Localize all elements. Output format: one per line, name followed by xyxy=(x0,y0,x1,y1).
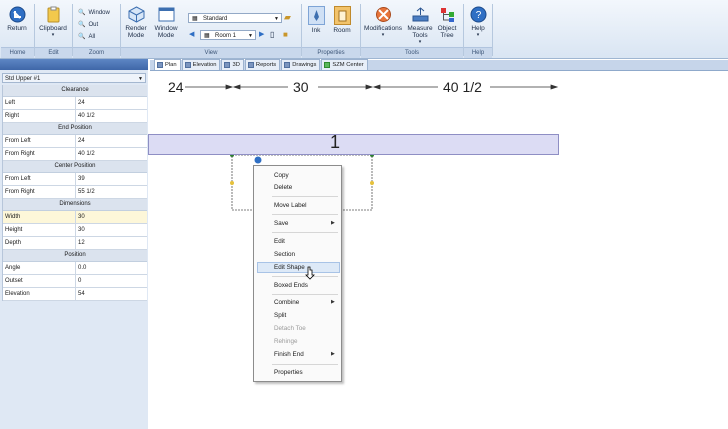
submenu-arrow-icon: ▶ xyxy=(331,351,335,357)
menu-item-finish-end[interactable]: Finish End ▶ xyxy=(274,351,335,358)
menu-item-delete[interactable]: Delete xyxy=(274,184,292,191)
submenu-arrow-icon: ▶ xyxy=(331,299,335,305)
dimension-label-right: 40 1/2 xyxy=(443,79,482,95)
dimension-arrow xyxy=(365,84,374,90)
menu-separator xyxy=(272,294,338,295)
dimension-label-mid: 30 xyxy=(293,79,309,95)
menu-item-rehinge[interactable]: Rehinge xyxy=(274,338,297,345)
menu-item-move-label[interactable]: Move Label xyxy=(274,202,307,209)
dimension-arrow xyxy=(232,84,241,90)
menu-separator xyxy=(272,364,338,365)
mouse-pointer-icon xyxy=(305,266,315,280)
menu-separator xyxy=(272,232,338,233)
menu-item-split[interactable]: Split xyxy=(274,312,286,319)
menu-separator xyxy=(272,214,338,215)
grip-handle xyxy=(230,181,234,185)
menu-item-section[interactable]: Section xyxy=(274,251,295,258)
dimension-label-left: 24 xyxy=(168,79,184,95)
menu-item-combine[interactable]: Combine ▶ xyxy=(274,299,335,306)
dimension-lines xyxy=(185,84,559,211)
menu-separator xyxy=(272,196,338,197)
menu-item-copy[interactable]: Copy xyxy=(274,172,289,179)
menu-item-detach-toe[interactable]: Detach Toe xyxy=(274,325,306,332)
grip-handle xyxy=(370,181,374,185)
menu-item-edit-shape[interactable]: Edit Shape xyxy=(274,264,305,271)
menu-item-properties[interactable]: Properties xyxy=(274,369,303,376)
upper-cabinet[interactable] xyxy=(148,134,559,155)
submenu-arrow-icon: ▶ xyxy=(331,220,335,226)
dimension-arrow xyxy=(550,84,559,90)
menu-item-save[interactable]: Save ▶ xyxy=(274,220,335,227)
menu-item-boxed-ends[interactable]: Boxed Ends xyxy=(274,282,308,289)
rotate-handle-icon xyxy=(253,155,263,165)
cabinet-number-label: 1 xyxy=(330,132,341,152)
menu-item-edit[interactable]: Edit xyxy=(274,238,285,245)
dimension-arrow xyxy=(225,84,234,90)
dimension-arrow xyxy=(372,84,381,90)
context-menu: Copy Delete Move Label Save ▶ Edit Sectio… xyxy=(253,165,342,382)
